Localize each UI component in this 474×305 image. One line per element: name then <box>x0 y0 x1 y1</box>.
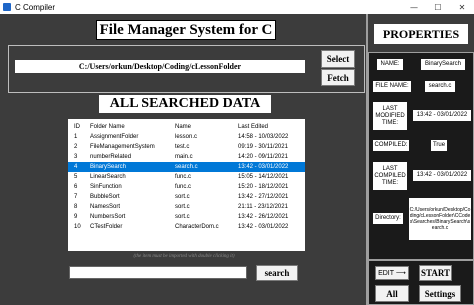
cell-name: sort.c <box>175 214 190 220</box>
filename-label: FILE NAME: <box>373 81 411 92</box>
actions-panel: EDIT ⟶ START All Settings <box>368 260 474 305</box>
main-panel: File Manager System for C C:/Users/orkun… <box>4 15 366 305</box>
table-row[interactable]: 1 AssignmentFolder lesson.c 14:58 - 10/03/2… <box>68 132 305 142</box>
last-modified-label: LAST MODIFIED TIME: <box>373 102 407 130</box>
cell-id: 1 <box>74 134 78 140</box>
directory-value: C:/Users/orkun/Desktop/Coding/cLessonFol… <box>409 198 471 240</box>
cell-date: 14:58 - 10/03/2022 <box>238 134 289 140</box>
minimize-icon[interactable]: — <box>402 0 426 14</box>
select-button[interactable]: Select <box>321 50 355 68</box>
last-compiled-label: LAST COMPILED TIME: <box>373 162 407 190</box>
cell-id: 5 <box>74 174 78 180</box>
app-window: C Compiler — ☐ ✕ File Manager System for… <box>0 0 474 305</box>
compiled-value: True <box>431 140 447 151</box>
cell-date: 21:11 - 23/12/2021 <box>238 204 288 210</box>
cell-name: func.c <box>175 174 192 180</box>
table-row[interactable]: 9 NumbersSort sort.c 13:42 - 26/12/2021 <box>68 212 305 222</box>
cell-date: 14:20 - 09/11/2021 <box>238 154 288 160</box>
cell-id: 3 <box>74 154 78 160</box>
cell-folder: CTestFolder <box>90 224 123 230</box>
window-controls: — ☐ ✕ <box>402 0 474 14</box>
column-header-folder[interactable]: Folder Name <box>90 122 125 132</box>
filename-value: search.c <box>425 81 455 92</box>
app-icon <box>3 3 11 11</box>
table-row[interactable]: 7 BubbleSort sort.c 13:42 - 27/12/2021 <box>68 192 305 202</box>
table-row[interactable]: 8 NamesSort sort.c 21:11 - 23/12/2021 <box>68 202 305 212</box>
search-button[interactable]: search <box>256 265 298 281</box>
cell-folder: BinarySearch <box>90 164 127 170</box>
cell-id: 6 <box>74 184 78 190</box>
cell-name: func.c <box>175 184 192 190</box>
cell-id: 9 <box>74 214 78 220</box>
fetch-button[interactable]: Fetch <box>321 69 355 86</box>
cell-date: 13:42 - 26/12/2021 <box>238 214 289 220</box>
start-button[interactable]: START <box>419 265 452 281</box>
cell-id: 8 <box>74 204 78 210</box>
cell-id: 4 <box>74 164 78 170</box>
cell-folder: AssignmentFolder <box>90 134 139 140</box>
cell-date: 13:42 - 03/01/2022 <box>238 164 289 170</box>
properties-box: NAME: BinarySearch FILE NAME: search.c L… <box>368 52 474 260</box>
cell-folder: NumbersSort <box>90 214 126 220</box>
edit-label: EDIT <box>378 270 394 277</box>
compiled-label: COMPILED: <box>373 140 409 151</box>
properties-panel: PROPERTIES NAME: BinarySearch FILE NAME:… <box>368 14 474 305</box>
table-row[interactable]: 10 CTestFolder CharacterDom.c 13:42 - 03/01… <box>68 222 305 232</box>
cell-id: 2 <box>74 144 78 150</box>
cell-name: test.c <box>175 144 190 150</box>
path-group: C:/Users/orkun/Desktop/Coding/cLessonFol… <box>8 45 365 93</box>
section-title: ALL SEARCHED DATA <box>99 95 271 113</box>
cell-date: 15:05 - 14/12/2021 <box>238 174 289 180</box>
page-title: File Manager System for C <box>96 20 276 40</box>
column-header-date[interactable]: Last Edited <box>238 122 268 132</box>
close-icon[interactable]: ✕ <box>450 0 474 14</box>
table-row[interactable]: 3 numberRelated main.c 14:20 - 09/11/2021 <box>68 152 305 162</box>
cell-folder: numberRelated <box>90 154 132 160</box>
cell-id: 7 <box>74 194 78 200</box>
cell-folder: NamesSort <box>90 204 121 210</box>
edit-arrow-icon: ⟶ <box>395 270 406 277</box>
cell-id: 10 <box>74 224 81 230</box>
last-compiled-value: 13:42 - 03/01/2022 <box>413 170 471 181</box>
column-header-name[interactable]: Name <box>175 122 191 132</box>
cell-name: sort.c <box>175 194 190 200</box>
settings-button[interactable]: Settings <box>419 285 461 302</box>
path-input[interactable]: C:/Users/orkun/Desktop/Coding/cLessonFol… <box>15 60 305 73</box>
cell-date: 13:42 - 27/12/2021 <box>238 194 289 200</box>
cell-name: sort.c <box>175 204 190 210</box>
name-label: NAME: <box>377 59 403 70</box>
cell-name: main.c <box>175 154 193 160</box>
title-bar[interactable]: C Compiler — ☐ ✕ <box>0 0 474 14</box>
cell-name: lesson.c <box>175 134 198 140</box>
all-button[interactable]: All <box>375 285 409 302</box>
cell-folder: LinearSearch <box>90 174 126 180</box>
cell-folder: FileManagementSystem <box>90 144 155 150</box>
cell-folder: BubbleSort <box>90 194 120 200</box>
window-title: C Compiler <box>15 2 56 12</box>
properties-title: PROPERTIES <box>374 24 468 44</box>
data-table[interactable]: ID Folder Name Name Last Edited 1 Assignm… <box>68 119 305 251</box>
cell-date: 15:20 - 18/12/2021 <box>238 184 289 190</box>
column-header-id[interactable]: ID <box>74 122 80 132</box>
directory-label: Directory: <box>373 213 403 224</box>
table-row[interactable]: 2 FileManagementSystem test.c 09:19 - 30/11… <box>68 142 305 152</box>
cell-date: 13:42 - 03/01/2022 <box>238 224 289 230</box>
hint-text: (the item must be imported with double c… <box>133 254 235 259</box>
edit-button[interactable]: EDIT ⟶ <box>375 266 409 280</box>
table-row[interactable]: 5 LinearSearch func.c 15:05 - 14/12/2021 <box>68 172 305 182</box>
last-modified-value: 13:42 - 03/01/2022 <box>413 110 471 121</box>
cell-date: 09:19 - 30/11/2021 <box>238 144 288 150</box>
table-row[interactable]: 4 BinarySearch search.c 13:42 - 03/01/2022 <box>68 162 305 172</box>
table-row[interactable]: 6 SinFunction func.c 15:20 - 18/12/2021 <box>68 182 305 192</box>
search-input[interactable] <box>69 266 247 279</box>
table-header: ID Folder Name Name Last Edited <box>68 122 305 132</box>
cell-name: search.c <box>175 164 198 170</box>
cell-folder: SinFunction <box>90 184 122 190</box>
cell-name: CharacterDom.c <box>175 224 219 230</box>
name-value: BinarySearch <box>421 59 465 70</box>
maximize-icon[interactable]: ☐ <box>426 0 450 14</box>
